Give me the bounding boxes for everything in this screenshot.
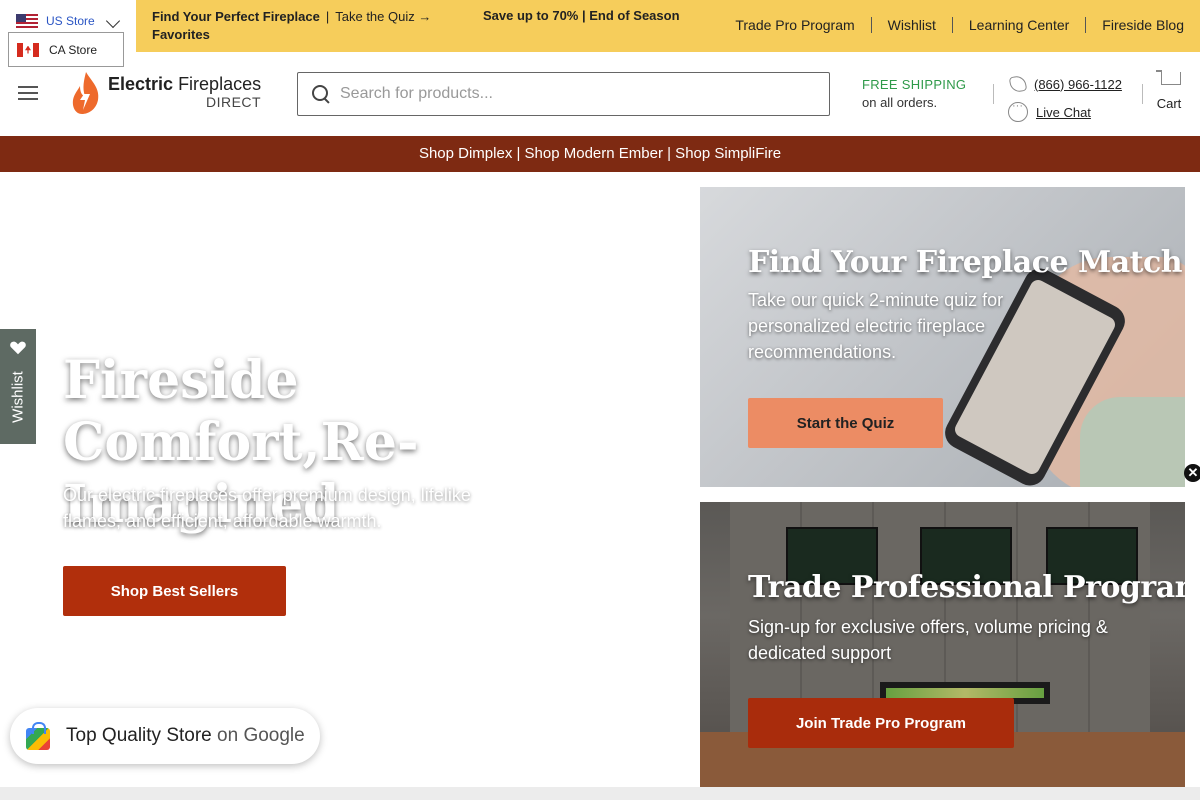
trade-card-subtitle: Sign-up for exclusive offers, volume pri… <box>748 617 1108 663</box>
chat-icon <box>1008 100 1028 122</box>
top-links: Trade Pro Program Wishlist Learning Cent… <box>719 17 1200 33</box>
wishlist-tab-label: Wishlist <box>9 371 27 423</box>
shop-best-sellers-button[interactable]: Shop Best Sellers <box>63 566 286 616</box>
quiz-promo[interactable]: Find Your Perfect Fireplace | Take the Qui… <box>152 8 472 44</box>
site-logo[interactable]: Electric Fireplaces DIRECT <box>70 70 261 116</box>
learning-center-link[interactable]: Learning Center <box>951 17 1085 33</box>
free-shipping-notice: FREE SHIPPING on all orders. <box>862 76 966 112</box>
logo-word-direct: DIRECT <box>205 94 262 110</box>
hero-banner: Fireside Comfort,Re-Imagined Our electri… <box>0 172 700 787</box>
heart-icon <box>10 341 26 355</box>
store-ca-option[interactable]: CA Store <box>8 32 124 67</box>
us-flag-icon <box>16 14 38 28</box>
cart-label: Cart <box>1156 96 1182 111</box>
quiz-promo-link[interactable]: Take the Quiz → <box>335 9 431 24</box>
live-chat-link[interactable]: Live Chat <box>1036 105 1091 120</box>
quiz-promo-tail: Favorites <box>152 27 210 42</box>
wishlist-link[interactable]: Wishlist <box>870 17 952 33</box>
quiz-promo-card: Find Your Fireplace Match Take our quick… <box>700 187 1185 487</box>
bottom-strip <box>0 787 1200 800</box>
flame-logo-icon <box>72 72 99 114</box>
top-promo-bar: US Store Find Your Perfect Fireplace | Tak… <box>0 0 1200 52</box>
trade-pro-card: Trade Professional Program Sign-up for e… <box>700 502 1185 787</box>
quiz-card-title: Find Your Fireplace Match <box>748 245 1183 280</box>
store-ca-label: CA Store <box>49 42 98 57</box>
free-shipping-sub: on all orders. <box>862 95 938 110</box>
phone-icon <box>1008 74 1028 94</box>
trade-card-title: Trade Professional Program <box>748 570 1185 605</box>
shopping-bag-icon <box>24 722 52 750</box>
google-badge-suffix: on Google <box>217 725 305 746</box>
cart-icon <box>1156 70 1182 92</box>
divider <box>1142 84 1143 104</box>
logo-word-electric: Electric <box>108 74 174 94</box>
phone-link[interactable]: (866) 966-1122 <box>1034 77 1122 92</box>
cart-button[interactable]: Cart <box>1156 70 1182 111</box>
google-store-badge[interactable]: Top Quality Store on Google <box>10 708 320 764</box>
store-us-label: US Store <box>46 14 95 28</box>
start-quiz-button[interactable]: Start the Quiz <box>748 398 943 448</box>
free-shipping-title: FREE SHIPPING <box>862 77 967 92</box>
store-us-option[interactable]: US Store <box>16 14 95 28</box>
close-icon[interactable]: ✕ <box>1184 464 1200 482</box>
logo-word-fireplaces: Fireplaces <box>178 74 262 94</box>
google-badge-main: Top Quality Store <box>66 725 212 746</box>
quiz-card-subtitle: Take our quick 2-minute quiz for persona… <box>748 290 1004 362</box>
join-trade-pro-button[interactable]: Join Trade Pro Program <box>748 698 1014 748</box>
menu-icon[interactable] <box>18 86 38 100</box>
search-bar[interactable] <box>297 72 830 116</box>
sleeve-image <box>1080 397 1185 487</box>
contact-block: (866) 966-1122 Live Chat <box>1008 70 1122 126</box>
search-icon[interactable] <box>312 85 330 103</box>
search-input[interactable] <box>340 85 800 103</box>
divider <box>993 84 994 104</box>
site-header: Electric Fireplaces DIRECT FREE SHIPPING… <box>0 52 1200 136</box>
quiz-promo-bold: Find Your Perfect Fireplace <box>152 9 320 24</box>
sale-promo[interactable]: Save up to 70% | End of Season <box>483 8 680 23</box>
brand-links-bar[interactable]: Shop Dimplex | Shop Modern Ember | Shop … <box>0 136 1200 172</box>
ca-flag-icon <box>17 42 39 57</box>
brand-links-text[interactable]: Shop Dimplex | Shop Modern Ember | Shop … <box>419 145 781 162</box>
fireside-blog-link[interactable]: Fireside Blog <box>1085 17 1200 33</box>
chevron-down-icon[interactable] <box>105 13 121 29</box>
wishlist-side-tab[interactable]: Wishlist <box>0 329 36 444</box>
hero-subtitle: Our electric fireplaces offer premium de… <box>63 485 471 531</box>
trade-pro-link[interactable]: Trade Pro Program <box>719 17 870 33</box>
